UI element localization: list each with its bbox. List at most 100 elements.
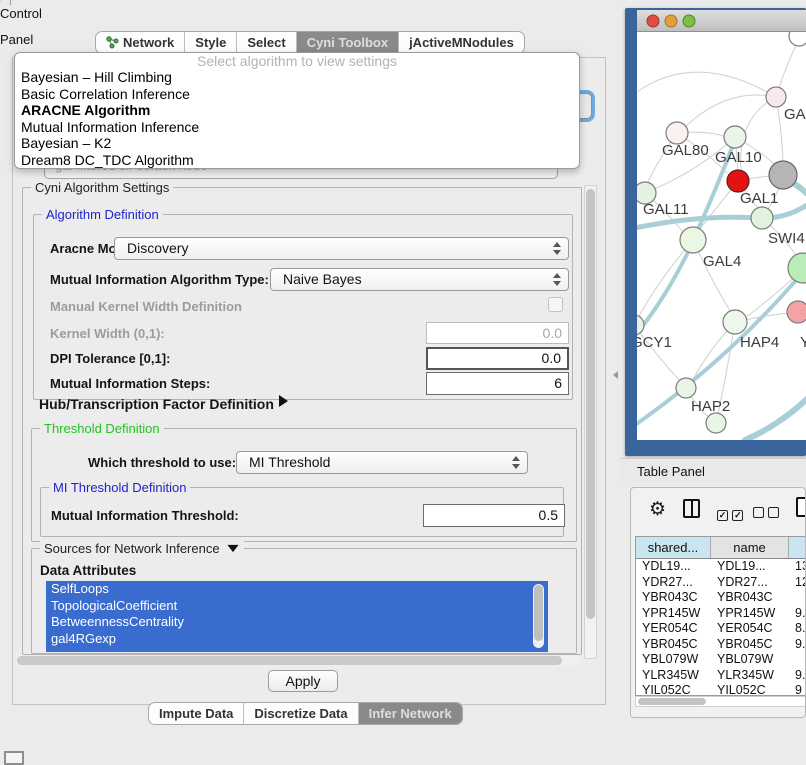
tab-select[interactable]: Select bbox=[236, 32, 295, 53]
cell: 12 bbox=[789, 575, 806, 591]
dpi-tolerance-field[interactable]: 0.0 bbox=[426, 347, 569, 370]
threshold-definition-group: Threshold Definition Which threshold to … bbox=[31, 428, 577, 542]
network-view-window[interactable]: GAL GAL80 GAL10 GAL1 GAL11 SWI4 GAL4 GCY… bbox=[625, 8, 806, 456]
combo-arrows-icon bbox=[512, 456, 520, 470]
table-row[interactable]: YLR345W YLR345W 9. bbox=[636, 668, 806, 684]
hub-section-label: Hub/Transcription Factor Definition bbox=[39, 396, 274, 412]
document-icon[interactable] bbox=[796, 497, 806, 517]
list-item[interactable]: SelfLoops bbox=[46, 581, 548, 598]
minimized-panel-icon[interactable] bbox=[4, 751, 24, 765]
cyni-bottom-tabbar: Impute Data Discretize Data Infer Networ… bbox=[148, 702, 463, 725]
select-all-checks-icon[interactable]: ✓ ✓ bbox=[717, 505, 743, 523]
sources-group: Sources for Network Inference Data Attri… bbox=[31, 548, 577, 654]
dropdown-placeholder-item[interactable]: Select algorithm to view settings bbox=[15, 54, 579, 69]
manual-kernel-checkbox[interactable] bbox=[548, 297, 563, 312]
node-swi4[interactable] bbox=[788, 253, 806, 283]
zoom-traffic-icon[interactable] bbox=[683, 15, 695, 27]
data-attributes-label: Data Attributes bbox=[40, 563, 136, 578]
split-view-icon[interactable] bbox=[683, 499, 700, 518]
table-row[interactable]: YDL19... YDL19... 13 bbox=[636, 559, 806, 575]
kernel-width-field[interactable]: 0.0 bbox=[426, 322, 569, 344]
collapse-arrow-icon[interactable] bbox=[227, 545, 238, 552]
list-scrollbar[interactable] bbox=[533, 584, 544, 648]
tab-select-label: Select bbox=[247, 32, 285, 53]
tab-jactivemnodules[interactable]: jActiveMNodules bbox=[398, 32, 524, 53]
table-row[interactable]: YBR045C YBR045C 9. bbox=[636, 637, 806, 653]
which-threshold-combobox[interactable]: MI Threshold bbox=[236, 451, 528, 474]
list-item[interactable]: TopologicalCoefficient bbox=[46, 598, 548, 615]
apply-button[interactable]: Apply bbox=[268, 670, 338, 692]
close-traffic-icon[interactable] bbox=[647, 15, 659, 27]
cell: YDL19... bbox=[711, 559, 789, 575]
table-row[interactable]: YPR145W YPR145W 9. bbox=[636, 606, 806, 622]
dropdown-item[interactable]: Bayesian – Hill Climbing bbox=[15, 69, 579, 86]
mi-algorithm-type-combobox[interactable]: Naive Bayes bbox=[270, 268, 569, 291]
mi-threshold-field[interactable]: 0.5 bbox=[423, 504, 565, 527]
node-gal4[interactable] bbox=[680, 227, 706, 253]
deselect-all-checks-icon[interactable] bbox=[753, 505, 779, 523]
list-item[interactable]: gal4RGexp bbox=[46, 631, 548, 648]
node-selected-red[interactable] bbox=[727, 170, 749, 192]
tab-network-label: Network bbox=[123, 32, 174, 53]
cell: YER054C bbox=[711, 621, 789, 637]
splitter-collapse-icon[interactable] bbox=[613, 371, 618, 379]
data-attributes-list[interactable]: SelfLoops TopologicalCoefficient Between… bbox=[46, 581, 548, 652]
minimize-traffic-icon[interactable] bbox=[665, 15, 677, 27]
node[interactable] bbox=[789, 32, 806, 46]
dropdown-item-selected[interactable]: ARACNE Algorithm bbox=[15, 102, 579, 119]
cell: 9. bbox=[789, 606, 806, 622]
cell: YIL052C bbox=[636, 683, 711, 696]
node[interactable] bbox=[751, 207, 773, 229]
manual-kernel-label: Manual Kernel Width Definition bbox=[50, 299, 242, 314]
column-header-shared-name[interactable]: shared... bbox=[636, 537, 711, 558]
table-row[interactable]: YBR043C YBR043C bbox=[636, 590, 806, 606]
aracne-mode-combobox[interactable]: Discovery bbox=[114, 237, 569, 260]
table-row[interactable]: YBL079W YBL079W bbox=[636, 652, 806, 668]
settings-horizontal-scrollbar[interactable] bbox=[16, 656, 582, 666]
table-row[interactable]: YDR27... YDR27... 12 bbox=[636, 575, 806, 591]
settings-group-title: Cyni Algorithm Settings bbox=[31, 180, 173, 195]
gear-icon[interactable]: ⚙ bbox=[649, 500, 666, 520]
column-header-partial[interactable]: A bbox=[789, 537, 806, 558]
algorithm-dropdown-popup: Select algorithm to view settings Bayesi… bbox=[14, 52, 580, 169]
algorithm-definition-title: Algorithm Definition bbox=[42, 207, 163, 222]
node-gal80[interactable] bbox=[666, 122, 688, 144]
settings-vertical-scrollbar[interactable] bbox=[584, 185, 597, 659]
node[interactable] bbox=[706, 413, 726, 433]
node[interactable] bbox=[766, 87, 786, 107]
node-label: HAP2 bbox=[691, 398, 730, 415]
table-row[interactable]: YIL052C YIL052C 9 bbox=[636, 683, 806, 696]
list-item[interactable]: BetweennessCentrality bbox=[46, 614, 548, 631]
expand-arrow-icon[interactable] bbox=[279, 395, 288, 407]
dropdown-item[interactable]: Bayesian – K2 bbox=[15, 135, 579, 152]
node-hap4[interactable] bbox=[723, 310, 747, 334]
network-canvas[interactable]: GAL GAL80 GAL10 GAL1 GAL11 SWI4 GAL4 GCY… bbox=[637, 32, 806, 440]
cell: 9 bbox=[789, 683, 806, 696]
network-window-titlebar[interactable] bbox=[637, 10, 806, 32]
dpi-tolerance-label: DPI Tolerance [0,1]: bbox=[50, 351, 170, 366]
node-hap2[interactable] bbox=[676, 378, 696, 398]
tab-cyni-toolbox[interactable]: Cyni Toolbox bbox=[296, 32, 398, 53]
tab-style[interactable]: Style bbox=[184, 32, 236, 53]
mi-steps-field[interactable]: 6 bbox=[426, 372, 569, 395]
node-gal10[interactable] bbox=[724, 126, 746, 148]
table-row[interactable]: YER054C YER054C 8. bbox=[636, 621, 806, 637]
dropdown-item[interactable]: Basic Correlation Inference bbox=[15, 86, 579, 103]
node-salmon[interactable] bbox=[787, 301, 806, 323]
tab-network[interactable]: Network bbox=[96, 32, 184, 53]
node-gcy1[interactable] bbox=[637, 315, 644, 335]
column-header-name[interactable]: name bbox=[711, 537, 789, 558]
node-table: shared... name A YDL19... YDL19... 13 YD… bbox=[635, 536, 806, 696]
table-horizontal-scrollbar[interactable] bbox=[635, 696, 806, 707]
cell: YBL079W bbox=[636, 652, 711, 668]
node-gal1[interactable] bbox=[769, 161, 797, 189]
node-label: GAL11 bbox=[643, 201, 689, 218]
dropdown-item[interactable]: Mutual Information Inference bbox=[15, 119, 579, 136]
tab-discretize-data[interactable]: Discretize Data bbox=[243, 703, 357, 724]
cell: 8. bbox=[789, 621, 806, 637]
node-label: GCY1 bbox=[637, 334, 672, 351]
tab-infer-network[interactable]: Infer Network bbox=[358, 703, 462, 724]
tab-impute-data[interactable]: Impute Data bbox=[149, 703, 243, 724]
cell bbox=[789, 590, 806, 606]
dropdown-item[interactable]: Dream8 DC_TDC Algorithm bbox=[15, 152, 579, 169]
